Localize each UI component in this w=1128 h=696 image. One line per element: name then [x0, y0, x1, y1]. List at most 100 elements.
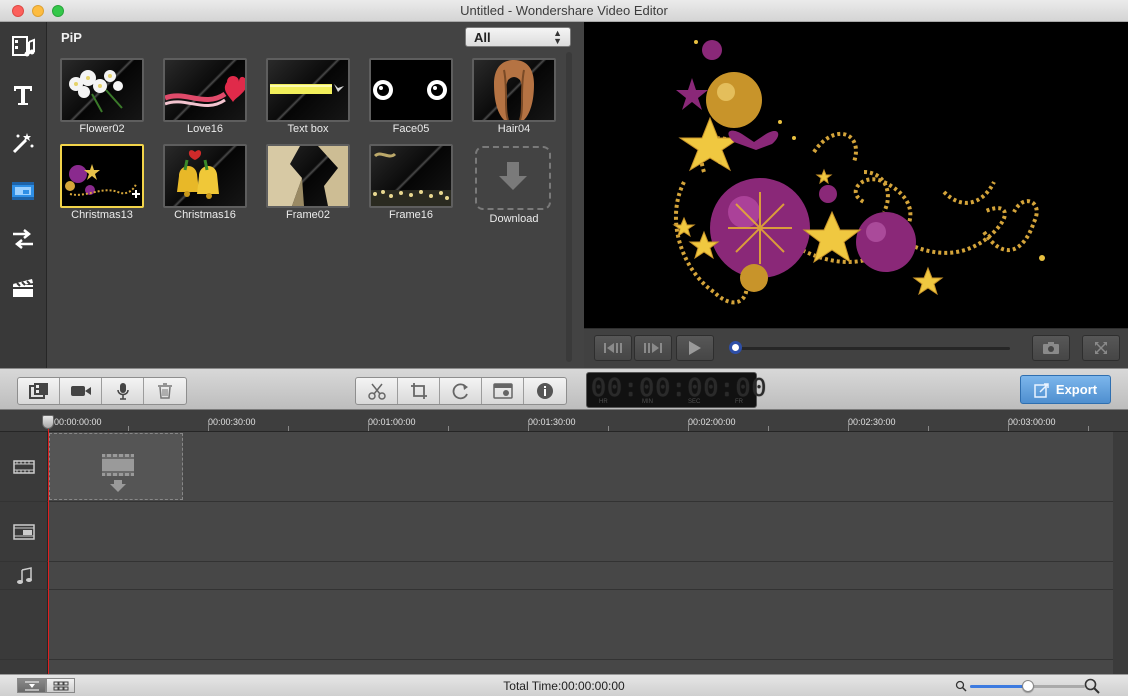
zoom-slider-fill	[970, 685, 1028, 688]
pip-item-label: Frame16	[388, 209, 434, 221]
ruler-tick	[1008, 422, 1009, 431]
track-divider	[0, 589, 1113, 590]
effects-icon[interactable]	[8, 128, 38, 158]
ruler-tick	[448, 426, 449, 431]
pip-thumbnail	[60, 144, 144, 208]
info-button[interactable]	[524, 378, 566, 404]
clip-tool-group	[355, 377, 567, 405]
ruler-tick	[928, 426, 929, 431]
ruler-tick	[768, 426, 769, 431]
next-frame-button[interactable]	[634, 335, 672, 361]
fullscreen-button[interactable]	[1082, 335, 1120, 361]
microphone-icon	[116, 383, 129, 400]
video-camera-icon	[70, 386, 91, 396]
pip-item-label: Christmas13	[71, 209, 133, 221]
play-button[interactable]	[676, 335, 714, 361]
pip-item-christmas16[interactable]: Christmas16	[163, 144, 247, 228]
playback-progress-track[interactable]	[734, 347, 1010, 350]
player-controls	[584, 328, 1128, 368]
edit-toolbar: 00:00:00:00 HR MIN SEC FR Export	[0, 368, 1128, 410]
pip-item-frame02[interactable]: Frame02	[266, 144, 350, 228]
timecode-fr-label: FR	[735, 399, 743, 405]
rotate-button[interactable]	[440, 378, 482, 404]
pip-thumbnail	[163, 58, 247, 122]
pip-category-select[interactable]: All ▲ ▼	[465, 27, 571, 47]
download-more-button[interactable]: Download	[472, 146, 556, 230]
ruler-tick	[848, 422, 849, 431]
status-bar: Total Time:00:00:00:00	[0, 674, 1128, 696]
pip-item-hair04[interactable]: Hair04	[472, 58, 556, 142]
timecode-min-label: MIN	[642, 399, 653, 405]
export-icon	[1034, 382, 1049, 398]
crop-icon	[410, 383, 427, 399]
pip-thumbnail	[266, 58, 350, 122]
record-audio-button[interactable]	[102, 378, 144, 404]
title-bar: Untitled - Wondershare Video Editor	[0, 0, 1128, 22]
transition-icon[interactable]	[8, 224, 38, 254]
playback-scrubber[interactable]	[729, 341, 742, 354]
pip-thumbnail	[369, 144, 453, 208]
pip-item-frame16[interactable]: Frame16	[369, 144, 453, 228]
scissors-icon	[367, 383, 386, 400]
playhead-handle[interactable]	[42, 415, 54, 429]
ruler-tick-label: 00:02:00:00	[688, 417, 736, 427]
pip-category-value: All	[474, 30, 491, 45]
download-icon	[499, 162, 527, 190]
settings-window-icon	[492, 383, 513, 399]
video-track-header	[0, 432, 48, 501]
pip-item-flower02[interactable]: Flower02	[60, 58, 144, 142]
camera-icon	[1043, 342, 1059, 354]
media-library-icon	[28, 383, 48, 399]
window-title: Untitled - Wondershare Video Editor	[460, 3, 668, 18]
download-thumbnail	[475, 146, 551, 210]
ruler-tick-label: 00:00:30:00	[208, 417, 256, 427]
zoom-out-icon[interactable]	[955, 680, 967, 692]
preview-canvas	[584, 22, 1128, 328]
crop-button[interactable]	[398, 378, 440, 404]
empty-track-header	[0, 590, 48, 674]
pip-thumbnail	[163, 144, 247, 208]
timecode-sec-label: SEC	[688, 399, 701, 405]
download-label: Download	[489, 213, 539, 225]
pip-thumbnail	[472, 58, 556, 122]
ruler-tick-label: 00:02:30:00	[848, 417, 896, 427]
intro-credit-icon[interactable]	[8, 272, 38, 302]
timecode-hr-label: HR	[599, 399, 608, 405]
zoom-slider-knob[interactable]	[1021, 680, 1034, 692]
pip-item-label: Hair04	[497, 123, 531, 135]
pip-thumbnail	[60, 58, 144, 122]
pip-item-face05[interactable]: Face05	[369, 58, 453, 142]
trash-icon	[158, 383, 172, 399]
music-note-icon	[16, 566, 32, 584]
advanced-edit-button[interactable]	[482, 378, 524, 404]
split-button[interactable]	[356, 378, 398, 404]
timecode-digits: 00:00:00:00	[591, 373, 768, 402]
pip-item-christmas13[interactable]: Christmas13	[60, 144, 144, 228]
ruler-tick	[288, 426, 289, 431]
ruler-tick-label: 00:00:00:00	[54, 417, 102, 427]
snapshot-button[interactable]	[1032, 335, 1070, 361]
record-video-button[interactable]	[60, 378, 102, 404]
pip-icon[interactable]	[8, 176, 38, 206]
media-icon[interactable]	[8, 32, 38, 62]
zoom-in-icon[interactable]	[1084, 678, 1100, 694]
drop-media-zone[interactable]	[49, 433, 183, 500]
timeline-tracks	[0, 432, 1128, 674]
prev-frame-button[interactable]	[594, 335, 632, 361]
pip-item-love16[interactable]: Love16	[163, 58, 247, 142]
delete-button[interactable]	[144, 378, 186, 404]
media-tool-button[interactable]	[18, 378, 60, 404]
pip-thumbnail	[266, 144, 350, 208]
text-icon[interactable]	[8, 80, 38, 110]
pip-panel-title: PiP	[61, 30, 82, 45]
timeline-ruler[interactable]: 00:00:00:00 00:00:30:00 00:01:00:00 00:0…	[0, 410, 1128, 432]
pip-scrollbar[interactable]	[566, 52, 572, 362]
ruler-tick	[368, 422, 369, 431]
pip-item-label: Face05	[392, 123, 430, 135]
ruler-tick	[128, 426, 129, 431]
ruler-tick	[608, 426, 609, 431]
timeline-vertical-scrollbar[interactable]	[1113, 432, 1128, 674]
pip-item-text-box[interactable]: Text box	[266, 58, 350, 142]
export-label: Export	[1055, 382, 1098, 397]
export-button[interactable]: Export	[1020, 375, 1111, 404]
